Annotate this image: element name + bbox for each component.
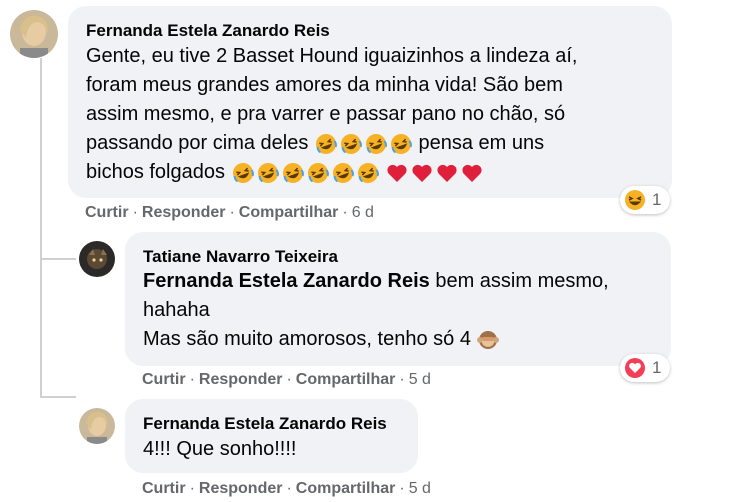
laughing-emoji-group [314,132,413,156]
separator: · [189,480,195,497]
separator: · [132,204,138,221]
separator: · [229,204,235,221]
rolling-laughing-emoji [282,162,304,183]
reply-button[interactable]: Responder [142,204,226,221]
avatar[interactable] [10,10,58,58]
comment-text-segment: passando por cima deles [86,132,309,154]
reaction-count: 1 [652,190,662,209]
rolling-laughing-emoji [232,162,254,183]
timestamp[interactable]: 6 d [352,204,374,221]
rolling-laughing-emoji [365,133,387,154]
rolling-laughing-emoji [307,162,329,183]
comment-text-line: Fernanda Estela Zanardo Reis bem assim m… [143,267,609,296]
like-button[interactable]: Curtir [142,371,186,388]
heart-emoji-group [385,161,484,185]
share-button[interactable]: Compartilhar [296,371,396,388]
reaction-count: 1 [652,358,662,377]
rolling-laughing-emoji [357,162,379,183]
comment-text-line: bichos folgados [86,158,484,187]
comment-actions: Curtir · Responder · Compartilhar · 6 d [85,204,374,222]
separator: · [286,480,292,497]
comment-actions: Curtir · Responder · Compartilhar · 5 d [142,371,431,389]
see-no-evil-monkey-emoji [476,330,499,349]
thread-line [40,58,42,398]
timestamp[interactable]: 5 d [409,371,431,388]
share-button[interactable]: Compartilhar [239,204,339,221]
comment-text-line: 4!!! Que sonho!!!! [143,438,297,460]
reaction-badge[interactable]: 1 [620,354,670,382]
thread-branch [40,396,76,398]
rolling-laughing-emoji [257,162,279,183]
comment-author[interactable]: Fernanda Estela Zanardo Reis [86,21,330,41]
red-heart-emoji [412,164,432,182]
red-heart-emoji [387,164,407,182]
laughing-emoji-group [231,161,380,185]
rolling-laughing-emoji [390,133,412,154]
love-reaction-icon [625,358,645,378]
comment-author[interactable]: Tatiane Navarro Teixeira [143,247,338,267]
comment-actions: Curtir · Responder · Compartilhar · 5 d [142,480,431,498]
like-button[interactable]: Curtir [85,204,129,221]
separator: · [286,371,292,388]
reply-button[interactable]: Responder [199,480,283,497]
rolling-laughing-emoji [332,162,354,183]
reply-button[interactable]: Responder [199,371,283,388]
comment-text-line: assim mesmo, e pra varrer e passar pano … [86,103,566,125]
timestamp[interactable]: 5 d [409,480,431,497]
comment-text-segment: bichos folgados [86,161,225,183]
rolling-laughing-emoji [340,133,362,154]
mention-link[interactable]: Fernanda Estela Zanardo Reis [143,270,430,292]
like-button[interactable]: Curtir [142,480,186,497]
reaction-badge[interactable]: 1 [620,186,670,214]
red-heart-emoji [437,164,457,182]
thread-branch [40,258,76,260]
laughing-reaction-icon [625,190,645,210]
rolling-laughing-emoji [315,133,337,154]
separator: · [342,204,348,221]
separator: · [399,480,405,497]
comment-text-line: hahaha [143,299,210,321]
avatar[interactable] [79,408,115,444]
comment-author[interactable]: Fernanda Estela Zanardo Reis [143,414,387,434]
avatar[interactable] [79,241,115,277]
separator: · [399,371,405,388]
comment-text-line: Gente, eu tive 2 Basset Hound iguaizinho… [86,45,578,67]
share-button[interactable]: Compartilhar [296,480,396,497]
comment-text-line: foram meus grandes amores da minha vida!… [86,74,563,96]
separator: · [189,371,195,388]
comment-text-segment: pensa em uns [418,132,545,154]
red-heart-emoji [462,164,482,182]
comment-text-segment: bem assim mesmo, [435,270,609,292]
comment-text-line: Mas são muito amorosos, tenho só 4 [143,325,499,354]
comment-text-segment: Mas são muito amorosos, tenho só 4 [143,328,471,350]
comment-text-line: passando por cima deles pensa em uns [86,129,544,158]
